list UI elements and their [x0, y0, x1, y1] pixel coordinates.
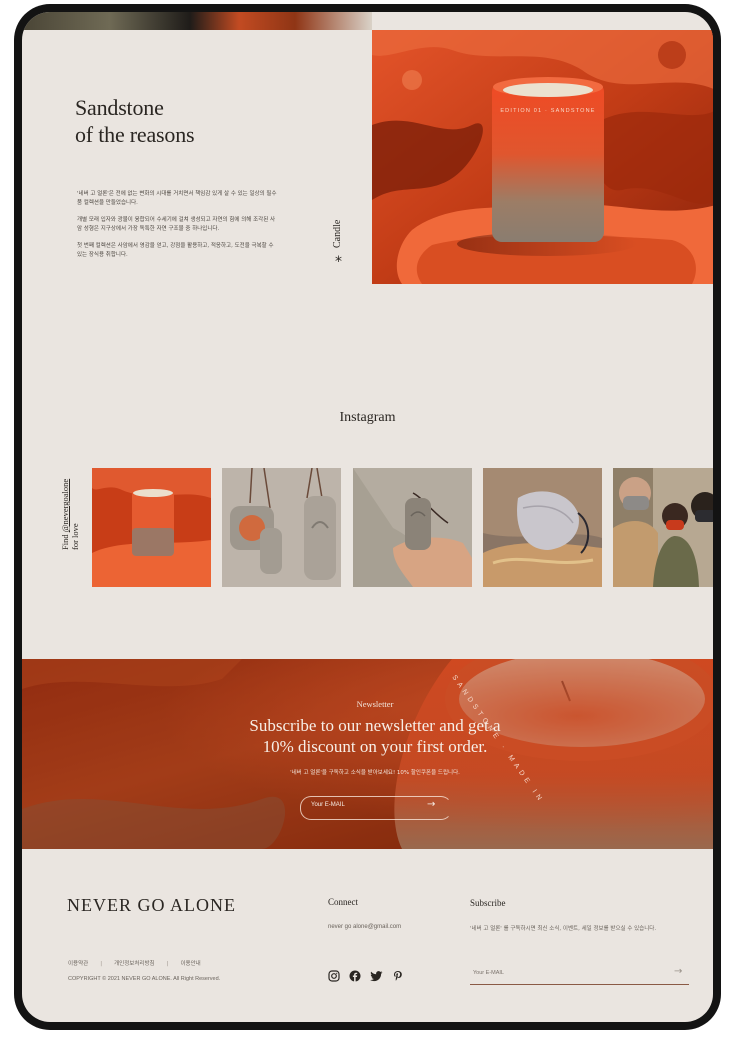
instagram-handle-link[interactable]: @nevergoalone [60, 479, 70, 532]
hand-holding-bottle-thumbnail [353, 468, 472, 587]
twitter-icon[interactable] [370, 970, 383, 982]
newsletter-content: Newsletter Subscribe to our newsletter a… [22, 659, 713, 849]
hero-paragraph: 첫 번째 컬렉션은 사암에서 영감을 얻고, 강점을 활용하고, 적응하고, 도… [77, 243, 274, 258]
instagram-post-people[interactable] [613, 468, 713, 587]
hero-candle-image[interactable]: EDITION 01 · SANDSTONE [372, 30, 713, 284]
footer-link-privacy[interactable]: 개인정보처리방침 [114, 961, 154, 967]
candle-category-label: Candle [332, 218, 348, 248]
pinterest-icon[interactable] [392, 970, 404, 982]
footer-separator: | [100, 961, 103, 967]
newsletter-kicker: Newsletter [356, 699, 394, 709]
hero-description: '네버 고 얼론'은 전에 없는 변화의 시대를 거치면서 책임감 있게 살 수… [77, 190, 277, 268]
connect-title: Connect [328, 897, 358, 907]
footer-link-terms[interactable]: 이용약관 [68, 961, 88, 967]
footer-brand-logo[interactable]: NEVER GO ALONE [67, 895, 236, 916]
newsletter-headline-line1: Subscribe to our newsletter and get a [249, 716, 501, 735]
accessories-thumbnail [222, 468, 341, 587]
hero-paragraph: '네버 고 얼론'은 전에 없는 변화의 시대를 거치면서 책임감 있게 살 수… [77, 191, 277, 206]
asterisk-icon: * [335, 254, 342, 270]
arrow-right-icon[interactable]: → [427, 800, 435, 810]
candle-label-text: Candle [332, 219, 343, 248]
newsletter-headline: Subscribe to our newsletter and get a 10… [22, 715, 713, 757]
facebook-icon[interactable] [349, 970, 361, 982]
instagram-section-title: Instagram [339, 410, 396, 425]
candle-thumbnail [92, 468, 211, 587]
instagram-handle-text: Find @nevergoalone for love [60, 479, 80, 550]
footer-links: 이용약관 | 개인정보처리방침 | 이용안내 [68, 959, 213, 967]
instagram-post-mask[interactable] [483, 468, 602, 587]
footer-link-guide[interactable]: 이용안내 [180, 961, 200, 967]
hero-title: Sandstone of the reasons [75, 94, 195, 148]
instagram-icon[interactable] [328, 970, 340, 982]
instagram-post-accessories[interactable] [222, 468, 341, 587]
subscribe-description: '네버 고 얼론' 를 구독하시면 최신 소식, 이벤트, 세일 정보를 받으실… [470, 926, 657, 932]
mask-on-rock-thumbnail [483, 468, 602, 587]
subscribe-title: Subscribe [470, 898, 506, 908]
hero-paragraph: 개별 모래 입자와 광물이 융합되어 수세기에 걸쳐 생성되고 자연의 힘에 의… [77, 217, 276, 232]
candle-print-text: EDITION 01 · SANDSTONE [500, 108, 595, 114]
newsletter-subtext: '네버 고 얼론'을 구독하고 소식을 받아보세요! 10% 할인쿠폰을 드립니… [290, 770, 460, 776]
arrow-right-icon[interactable]: → [674, 966, 682, 977]
footer-email-underline [470, 984, 689, 985]
newsletter-headline-line2: 10% discount on your first order. [262, 737, 488, 756]
hero-title-line1: Sandstone [75, 95, 164, 120]
footer-email-input[interactable]: Your E-MAIL [473, 970, 504, 976]
candle-on-sandstone-image: EDITION 01 · SANDSTONE [372, 30, 713, 284]
newsletter-email-placeholder[interactable]: Your E-MAIL [311, 802, 345, 808]
instagram-post-hand[interactable] [353, 468, 472, 587]
page-screen: Sandstone of the reasons '네버 고 얼론'은 전에 없… [22, 12, 713, 1022]
find-suffix: for love [70, 523, 80, 550]
copyright-text: COPYRIGHT © 2021 NEVER GO ALONE. All Rig… [68, 976, 221, 982]
footer-separator: | [166, 961, 169, 967]
hero-title-line2: of the reasons [75, 122, 195, 147]
tablet-frame: Sandstone of the reasons '네버 고 얼론'은 전에 없… [14, 4, 721, 1030]
find-prefix: Find [60, 532, 70, 550]
newsletter-section: SANDSTONE · MADE IN Newsletter Subscribe… [22, 659, 713, 849]
instagram-post-candle[interactable] [92, 468, 211, 587]
instagram-handle-label: Find @nevergoalone for love [60, 472, 84, 550]
connect-email-link[interactable]: never go alone@gmail.com [328, 924, 401, 930]
previous-section-image-strip [22, 12, 372, 30]
people-wearing-masks-thumbnail [613, 468, 713, 587]
